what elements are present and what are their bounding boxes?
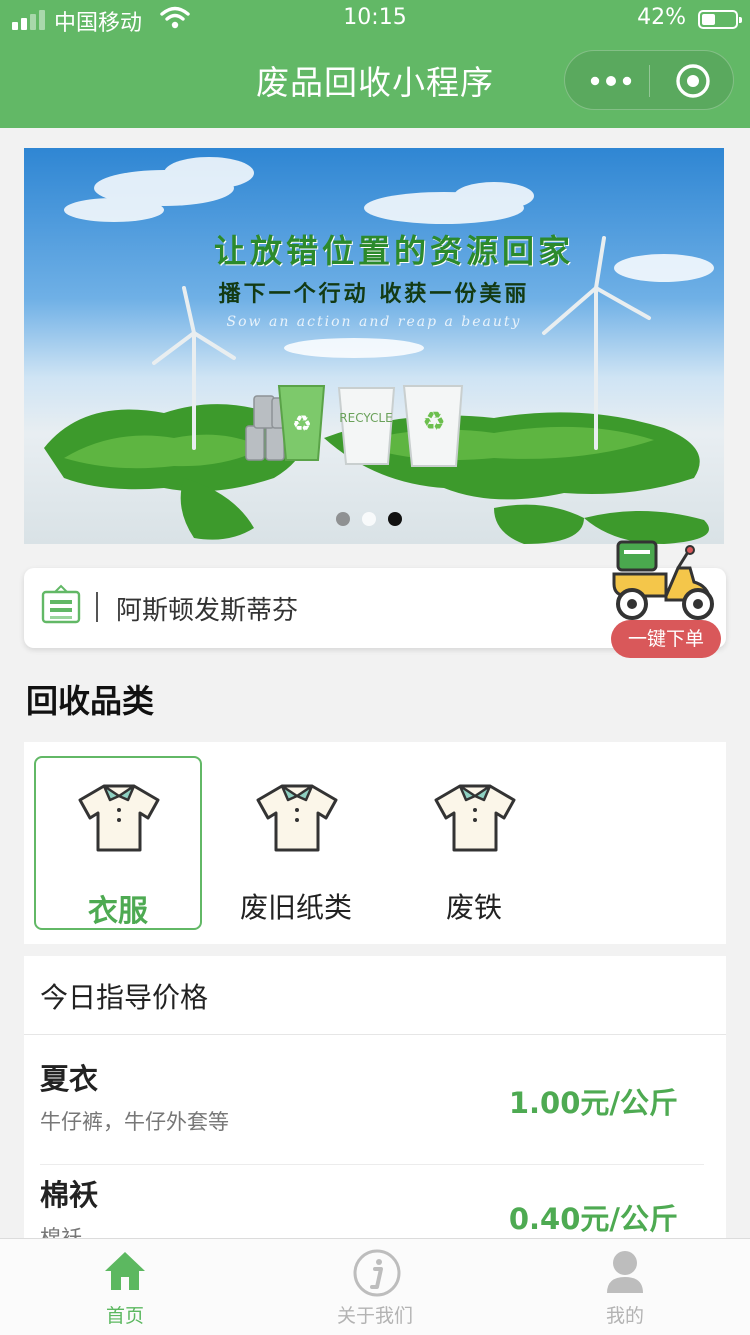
status-bar: 中国移动 10:15 42% [0, 0, 750, 40]
tab-bar: 首页 关于我们 我的 [0, 1238, 750, 1335]
banner-carousel[interactable]: ♻ RECYCLE ♻ 让放错位置的资源回家 播下一个行动 收获一份美丽 Sow… [24, 148, 724, 544]
more-dots-icon[interactable] [589, 71, 633, 91]
info-icon [353, 1249, 401, 1297]
banner-illustration: ♻ RECYCLE ♻ [44, 157, 714, 544]
shirt-icon [256, 784, 338, 852]
notice-text: 阿斯顿发斯蒂芬 [116, 596, 299, 626]
banner-english-subtitle: Sow an action and reap a beauty [226, 314, 522, 330]
battery-icon [698, 10, 742, 29]
price-item-value: 1.00元/公斤 [508, 1086, 678, 1120]
battery-percent: 42% [637, 5, 686, 30]
capsule-divider [649, 65, 650, 97]
category-section-title: 回收品类 [26, 682, 155, 720]
tab-mine[interactable]: 我的 [500, 1239, 750, 1335]
bin-label: RECYCLE [339, 411, 392, 425]
banner-title: 让放错位置的资源回家 [213, 232, 574, 270]
svg-text:♻: ♻ [422, 407, 445, 437]
tab-home[interactable]: 首页 [0, 1239, 250, 1335]
carousel-dot[interactable] [362, 512, 376, 526]
notice-divider [96, 592, 98, 622]
quick-order-label: 一键下单 [611, 620, 721, 658]
category-label: 废铁 [445, 891, 502, 924]
tab-label: 关于我们 [336, 1305, 413, 1327]
category-item-scrap-iron[interactable]: 废铁 [390, 756, 558, 930]
tab-label: 我的 [605, 1305, 644, 1327]
category-item-clothes[interactable]: 衣服 [34, 756, 202, 930]
target-circle-icon[interactable] [675, 63, 711, 99]
battery-level [702, 14, 715, 25]
price-divider [24, 1034, 726, 1035]
category-label: 废旧纸类 [239, 891, 352, 924]
row-divider [40, 1164, 704, 1165]
header: 中国移动 10:15 42% 废品回收小程序 [0, 0, 750, 128]
price-item-value: 0.40元/公斤 [508, 1202, 678, 1236]
user-icon [607, 1251, 643, 1293]
tab-about[interactable]: 关于我们 [250, 1239, 500, 1335]
carousel-dot[interactable] [336, 512, 350, 526]
price-item-name: 棉袄 [40, 1178, 99, 1212]
tab-label: 首页 [105, 1305, 144, 1327]
category-item-paper[interactable]: 废旧纸类 [212, 756, 380, 930]
category-panel: 衣服 废旧纸类 废铁 [24, 742, 726, 944]
shopping-bag-icon [41, 584, 81, 624]
banner-subtitle: 播下一个行动 收获一份美丽 [218, 281, 530, 307]
home-icon [105, 1252, 145, 1290]
carousel-dot-active[interactable] [388, 512, 402, 526]
price-item-desc: 牛仔裤，牛仔外套等 [40, 1110, 229, 1134]
mini-program-capsule [564, 50, 734, 110]
shirt-icon [78, 784, 160, 852]
category-label: 衣服 [88, 894, 148, 929]
carousel-indicators [336, 512, 402, 526]
svg-text:♻: ♻ [292, 412, 312, 437]
quick-order-button[interactable]: 一键下单 [604, 538, 724, 660]
price-panel: 今日指导价格 夏衣 牛仔裤，牛仔外套等 1.00元/公斤 棉袄 棉袄 0.40元… [24, 956, 726, 1256]
price-section-title: 今日指导价格 [40, 981, 209, 1014]
shirt-icon [434, 784, 516, 852]
price-item-name: 夏衣 [40, 1062, 99, 1096]
delivery-scooter-icon [612, 540, 714, 620]
